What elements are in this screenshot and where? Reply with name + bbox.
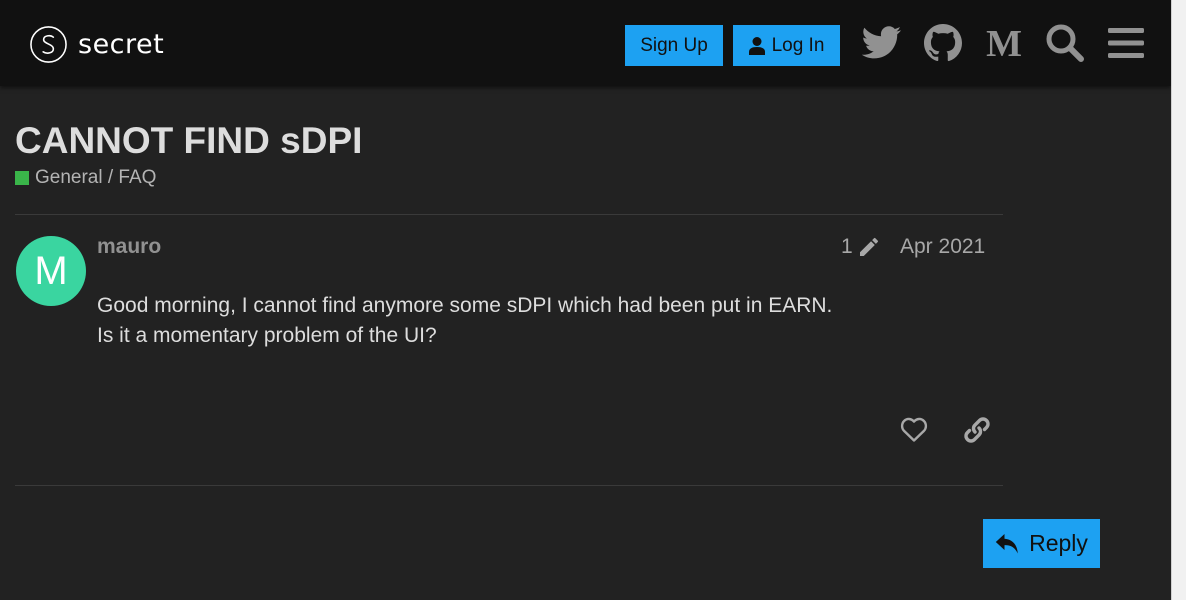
edit-history[interactable]: 1 xyxy=(841,235,881,259)
twitter-icon[interactable] xyxy=(861,22,903,64)
post-line: Is it a momentary problem of the UI? xyxy=(97,324,437,347)
edit-count: 1 xyxy=(841,235,853,258)
reply-icon xyxy=(995,533,1018,553)
medium-icon[interactable]: M xyxy=(983,22,1025,64)
category-color-swatch xyxy=(15,171,29,185)
page-scrollbar[interactable] xyxy=(1171,0,1186,600)
category-badge[interactable]: General / FAQ xyxy=(15,167,156,189)
log-in-label: Log In xyxy=(771,34,825,56)
site-header: secret Sign Up Log In M xyxy=(0,0,1171,86)
menu-icon[interactable] xyxy=(1105,22,1147,64)
topic-divider xyxy=(15,214,1003,215)
avatar[interactable]: M xyxy=(16,236,86,306)
category-label: General / FAQ xyxy=(35,167,157,188)
reply-button[interactable]: Reply xyxy=(983,519,1100,568)
link-icon xyxy=(964,417,990,443)
topic-title[interactable]: CANNOT FIND sDPI xyxy=(15,120,362,162)
svg-text:M: M xyxy=(986,26,1022,60)
post-line: Good morning, I cannot find anymore some… xyxy=(97,294,833,317)
site-logo[interactable]: secret xyxy=(29,24,164,64)
pencil-icon xyxy=(859,237,878,256)
post-body: Good morning, I cannot find anymore some… xyxy=(97,291,832,351)
post-divider xyxy=(15,485,1003,486)
reply-label: Reply xyxy=(1029,530,1088,556)
page: secret Sign Up Log In M CANNOT FIND sDPI… xyxy=(0,0,1186,600)
sign-up-button[interactable]: Sign Up xyxy=(625,25,723,66)
logo-text: secret xyxy=(78,28,165,60)
heart-icon xyxy=(900,417,928,442)
post-date[interactable]: Apr 2021 xyxy=(900,235,985,259)
share-link-button[interactable] xyxy=(960,413,994,447)
search-icon[interactable] xyxy=(1044,22,1086,64)
github-icon[interactable] xyxy=(922,22,964,64)
secret-logo-icon xyxy=(30,25,67,63)
user-icon xyxy=(748,36,765,55)
like-button[interactable] xyxy=(897,413,931,447)
log-in-button[interactable]: Log In xyxy=(733,25,840,66)
post-username[interactable]: mauro xyxy=(97,235,161,259)
